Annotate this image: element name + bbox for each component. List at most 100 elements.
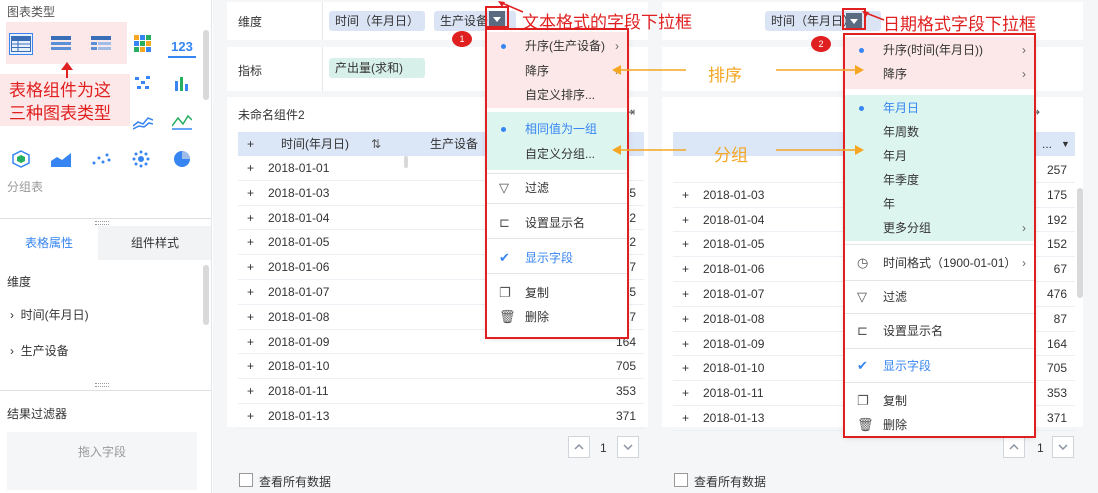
chart-type-label: 分组表 bbox=[7, 180, 44, 194]
filter-label: 结果过滤器 bbox=[7, 407, 68, 421]
cell-date: 2018-01-10 bbox=[703, 361, 765, 376]
orange-arrow-left-icon bbox=[612, 145, 686, 155]
annotation-arrowhead-icon bbox=[61, 62, 73, 70]
cell-value: 67 bbox=[1053, 262, 1067, 277]
chart-type-bar-icon[interactable] bbox=[170, 72, 194, 94]
cell-date: 2018-01-07 bbox=[703, 287, 765, 301]
header-device[interactable]: 生产设备 bbox=[430, 132, 478, 156]
cell-value: 5 bbox=[629, 185, 636, 200]
expand-row-icon[interactable]: + bbox=[247, 330, 254, 355]
component-title: 未命名组件2 bbox=[238, 108, 305, 122]
divider bbox=[322, 2, 323, 40]
column-resizer[interactable] bbox=[404, 156, 408, 168]
cell-date: 2018-01-11 bbox=[268, 384, 329, 399]
cell-date: 2018-01-10 bbox=[268, 359, 330, 374]
expand-row-icon[interactable]: + bbox=[247, 305, 254, 330]
cell-value: 175 bbox=[1046, 187, 1067, 202]
dim-pill-date[interactable]: 时间（年月日） bbox=[329, 11, 426, 31]
chart-types-scrollbar[interactable] bbox=[203, 30, 209, 100]
expand-row-icon[interactable]: + bbox=[247, 156, 254, 181]
expand-row-icon[interactable]: + bbox=[247, 255, 254, 280]
expand-row-icon[interactable]: + bbox=[682, 356, 689, 381]
expand-row-icon[interactable]: + bbox=[682, 332, 689, 357]
chart-type-bubble-icon[interactable] bbox=[129, 148, 153, 170]
text-dropdown-annotation: 文本格式的字段下拉框 bbox=[522, 13, 692, 32]
header-dropdown-icon[interactable]: ▼ bbox=[1061, 132, 1070, 156]
tab-component-style[interactable]: 组件样式 bbox=[98, 226, 211, 260]
highlight-box bbox=[485, 28, 629, 339]
header-dots: ... bbox=[1042, 137, 1053, 151]
table-row[interactable]: +2018-01-11 353 bbox=[238, 379, 644, 404]
sort-icon[interactable]: ⇅ bbox=[371, 132, 381, 156]
right-table-scrollbar[interactable] bbox=[1077, 188, 1083, 298]
chart-type-table-icon[interactable] bbox=[9, 33, 33, 55]
cell-date: 2018-01-09 bbox=[268, 334, 330, 349]
cell-value: 5 bbox=[629, 285, 636, 299]
chart-type-group-table-icon[interactable] bbox=[49, 33, 73, 55]
chart-type-title: 图表类型 bbox=[7, 5, 56, 19]
cell-date: 2018-01-13 bbox=[703, 411, 765, 425]
step-badge-2: 2 bbox=[811, 36, 831, 52]
expand-row-icon[interactable]: + bbox=[247, 230, 254, 255]
chart-type-area-line-icon[interactable] bbox=[170, 111, 194, 133]
cell-value: 476 bbox=[1046, 287, 1067, 301]
expand-row-icon[interactable]: + bbox=[682, 381, 689, 406]
expand-row-icon[interactable]: + bbox=[682, 307, 689, 332]
tab-table-properties[interactable]: 表格属性 bbox=[0, 226, 98, 260]
chart-type-heatmap-icon[interactable] bbox=[131, 33, 155, 55]
expand-row-icon[interactable]: + bbox=[247, 404, 254, 429]
chart-type-line-icon[interactable] bbox=[131, 111, 155, 133]
expand-row-icon[interactable]: + bbox=[682, 232, 689, 257]
expand-row-icon[interactable]: + bbox=[682, 257, 689, 282]
cell-date: 2018-01-04 bbox=[703, 212, 765, 227]
cell-value: 2 bbox=[629, 235, 636, 250]
expand-row-icon[interactable]: + bbox=[247, 206, 254, 231]
dimension-item-time[interactable]: › 时间(年月日) bbox=[10, 306, 89, 323]
expand-row-icon[interactable]: + bbox=[682, 282, 689, 307]
expand-row-icon[interactable]: + bbox=[682, 208, 689, 233]
chevron-right-icon: › bbox=[10, 344, 14, 358]
expand-all-icon[interactable]: + bbox=[247, 132, 254, 156]
resize-handle-icon[interactable] bbox=[95, 383, 109, 387]
chart-type-cross-table-icon[interactable] bbox=[89, 33, 113, 55]
resize-handle-icon[interactable] bbox=[95, 221, 109, 225]
cell-date: 2018-01-03 bbox=[268, 185, 330, 200]
view-all-checkbox[interactable] bbox=[674, 473, 688, 487]
table-row[interactable]: +2018-01-13 371 bbox=[238, 404, 644, 429]
view-all-label: 查看所有数据 bbox=[259, 475, 332, 489]
dimension-item-label: 时间(年月日) bbox=[20, 308, 89, 322]
drop-zone[interactable]: 拖入字段 bbox=[7, 432, 197, 490]
chart-type-funnel-icon[interactable] bbox=[9, 148, 33, 170]
divider bbox=[322, 47, 323, 91]
expand-row-icon[interactable]: + bbox=[247, 280, 254, 305]
cell-value: 353 bbox=[1046, 386, 1067, 401]
expand-row-icon[interactable]: + bbox=[247, 354, 254, 379]
header-date[interactable]: 时间(年月日) bbox=[281, 132, 349, 156]
expand-row-icon[interactable]: + bbox=[682, 183, 689, 208]
page-up-button[interactable] bbox=[1003, 436, 1025, 458]
page-down-button[interactable] bbox=[1052, 436, 1074, 458]
chart-type-scatter-icon[interactable] bbox=[131, 72, 155, 94]
properties-scrollbar[interactable] bbox=[203, 265, 209, 325]
dimension-label: 维度 bbox=[7, 275, 32, 289]
annotation-line-2: 三种图表类型 bbox=[9, 104, 111, 123]
view-all-checkbox[interactable] bbox=[239, 473, 253, 487]
chart-type-number-icon[interactable]: 123 bbox=[168, 36, 196, 58]
metric-pill[interactable]: 产出量(求和) bbox=[329, 58, 425, 78]
page-up-button[interactable] bbox=[568, 436, 590, 458]
dimension-item-device[interactable]: › 生产设备 bbox=[10, 342, 69, 359]
chart-type-area-icon[interactable] bbox=[49, 148, 73, 170]
cell-date: 2018-01-05 bbox=[703, 237, 765, 252]
table-row[interactable]: +2018-01-10 705 bbox=[238, 354, 644, 380]
chart-type-dots-icon[interactable] bbox=[89, 148, 113, 170]
annotation-line-1: 表格组件为这 bbox=[9, 81, 111, 100]
orange-arrow-right-icon bbox=[776, 65, 864, 75]
expand-row-icon[interactable]: + bbox=[247, 379, 254, 404]
cell-value: 371 bbox=[615, 409, 636, 423]
expand-row-icon[interactable]: + bbox=[247, 181, 254, 206]
dimension-item-label: 生产设备 bbox=[20, 344, 69, 358]
chart-type-pie-icon[interactable] bbox=[170, 148, 194, 170]
page-down-button[interactable] bbox=[617, 436, 639, 458]
cell-value: 353 bbox=[615, 384, 636, 399]
expand-row-icon[interactable]: + bbox=[682, 406, 689, 431]
